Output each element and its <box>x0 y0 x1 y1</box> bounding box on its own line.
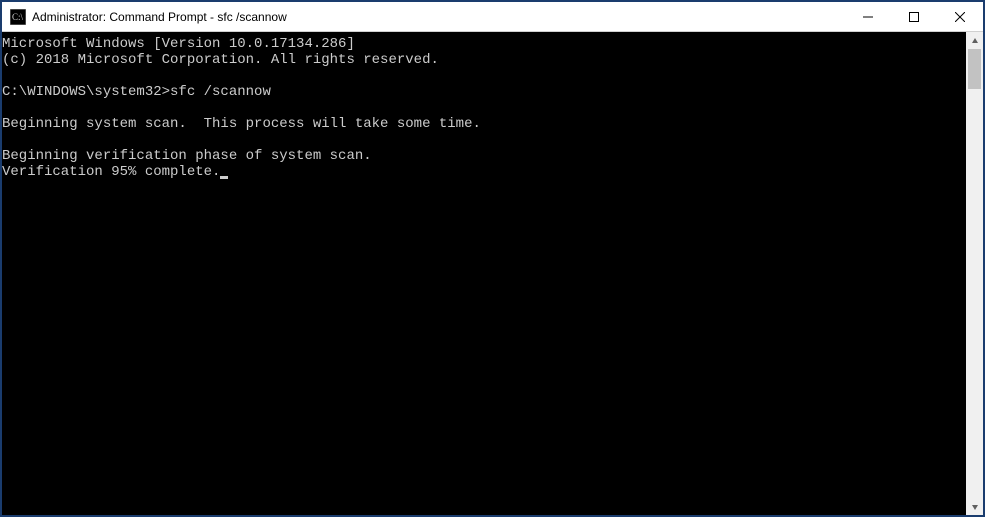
content-area: Microsoft Windows [Version 10.0.17134.28… <box>2 32 983 515</box>
maximize-button[interactable] <box>891 2 937 31</box>
window-controls <box>845 2 983 31</box>
terminal-output[interactable]: Microsoft Windows [Version 10.0.17134.28… <box>2 32 966 515</box>
vertical-scrollbar[interactable] <box>966 32 983 515</box>
close-button[interactable] <box>937 2 983 31</box>
svg-text:C:\: C:\ <box>12 12 24 22</box>
cursor <box>220 176 228 179</box>
title-bar[interactable]: C:\ Administrator: Command Prompt - sfc … <box>2 2 983 32</box>
window-title: Administrator: Command Prompt - sfc /sca… <box>32 10 845 24</box>
scroll-thumb[interactable] <box>968 49 981 89</box>
scroll-up-button[interactable] <box>966 32 983 49</box>
command-prompt-window: C:\ Administrator: Command Prompt - sfc … <box>0 0 985 517</box>
scroll-track[interactable] <box>966 49 983 498</box>
cmd-icon: C:\ <box>10 9 26 25</box>
minimize-button[interactable] <box>845 2 891 31</box>
scroll-down-button[interactable] <box>966 498 983 515</box>
